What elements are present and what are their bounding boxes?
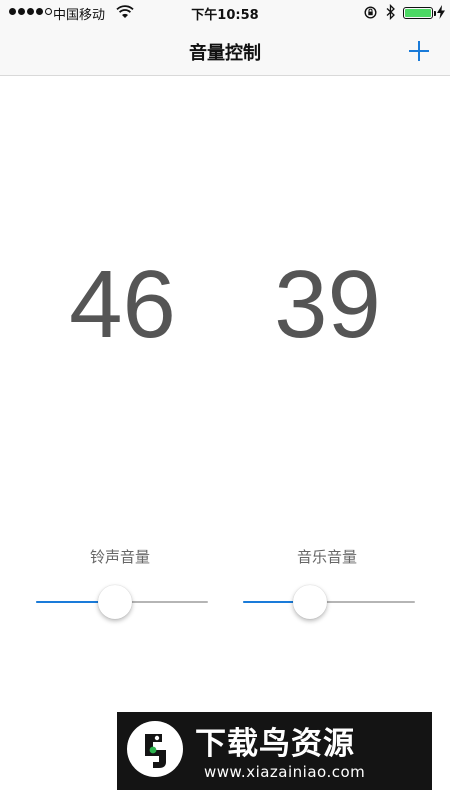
ringtone-volume-value: 46: [69, 251, 176, 358]
navigation-bar: 音量控制: [0, 26, 450, 76]
status-bar: 中国移动 下午10:58: [0, 0, 450, 26]
bird-logo-icon: [127, 721, 183, 777]
charging-bolt-icon: [437, 5, 445, 19]
slider-thumb[interactable]: [98, 585, 133, 619]
battery-icon: [403, 7, 436, 19]
ringtone-volume-slider[interactable]: [36, 585, 208, 619]
music-volume-label: 音乐音量: [296, 548, 357, 566]
battery-tip: [434, 11, 436, 16]
bluetooth-icon: [386, 4, 395, 20]
slider-thumb[interactable]: [293, 585, 328, 619]
add-button[interactable]: [404, 36, 434, 66]
watermark-url: www.xiazainiao.com: [204, 763, 366, 781]
page-title: 音量控制: [189, 43, 261, 64]
music-volume-value: 39: [274, 251, 381, 358]
watermark-banner: 下载鸟资源 www.xiazainiao.com: [117, 712, 432, 790]
status-time: 下午10:58: [191, 8, 259, 23]
battery-fill: [405, 9, 431, 17]
watermark-title: 下载鸟资源: [195, 726, 355, 762]
music-volume-slider[interactable]: [243, 585, 415, 619]
ringtone-volume-label: 铃声音量: [89, 548, 150, 566]
orientation-lock-icon: [364, 6, 377, 19]
